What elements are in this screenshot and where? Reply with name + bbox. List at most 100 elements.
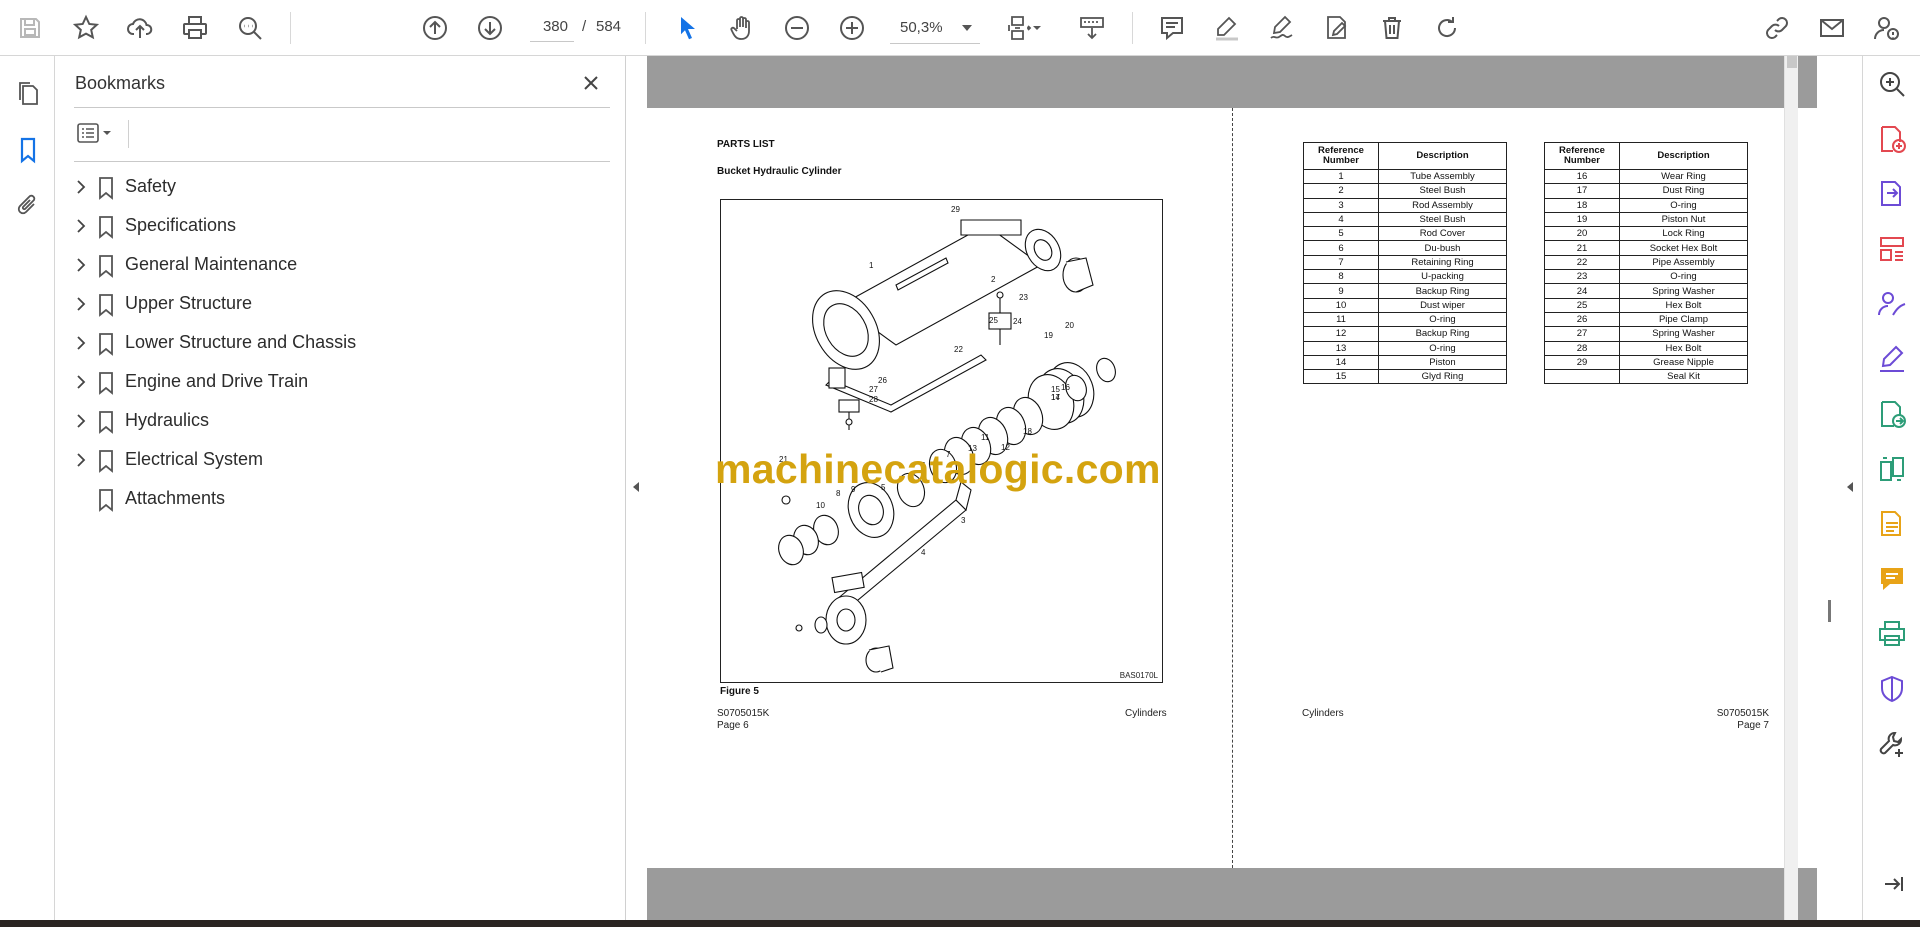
bookmark-label: Attachments xyxy=(125,488,226,508)
parts-table-1: Reference Number Description 1 Tube Assemb… xyxy=(1303,142,1507,385)
figure-code: BAS0170L xyxy=(1119,671,1158,680)
bookmark-label: Electrical System xyxy=(125,449,264,469)
more-tools-wrench-icon[interactable] xyxy=(1872,724,1912,764)
chevron-down-icon[interactable] xyxy=(1027,8,1047,48)
reference-number-cell: 9 xyxy=(1303,283,1379,299)
callout-number: 4 xyxy=(921,548,926,557)
fill-sign-icon[interactable] xyxy=(1872,339,1912,379)
find-text-icon[interactable] xyxy=(230,8,270,48)
share-link-icon[interactable] xyxy=(1757,8,1797,48)
organize-pages-icon[interactable] xyxy=(1872,229,1912,269)
description-cell: Piston Nut xyxy=(1619,211,1748,228)
collapse-right-panel-icon[interactable] xyxy=(1840,475,1860,499)
exploded-diagram-figure: 1 2 3 4 5 6 7 8 9 10 11 12 13 14 15 16 17 18 19 20 21 22 23 24 2… xyxy=(720,199,1163,683)
print-production-icon[interactable] xyxy=(1872,614,1912,654)
bookmark-item[interactable]: General Maintenance xyxy=(70,246,610,285)
left-footer-page: Page 6 xyxy=(717,720,749,731)
save-icon[interactable] xyxy=(10,8,50,48)
bookmark-item[interactable]: Safety xyxy=(70,168,610,207)
description-header: Description xyxy=(1619,142,1748,170)
compare-files-icon[interactable] xyxy=(1872,449,1912,489)
scan-ocr-icon[interactable] xyxy=(1872,504,1912,544)
send-for-review-icon[interactable] xyxy=(1872,394,1912,434)
bookmark-icon xyxy=(99,177,113,200)
edit-pdf-icon[interactable] xyxy=(1317,8,1357,48)
description-cell: Socket Hex Bolt xyxy=(1619,240,1748,256)
protect-shield-icon[interactable] xyxy=(1872,669,1912,709)
description-cell: Dust Ring xyxy=(1619,183,1748,199)
zoom-search-icon[interactable] xyxy=(1872,64,1912,104)
chevron-right-icon[interactable] xyxy=(72,412,90,430)
chevron-right-icon[interactable] xyxy=(72,334,90,352)
reference-number-cell: 12 xyxy=(1303,326,1379,342)
left-navigation-rail xyxy=(0,56,55,920)
bookmark-item[interactable]: Hydraulics xyxy=(70,402,610,441)
page-thumbnails-icon[interactable] xyxy=(8,74,48,114)
callout-number: 29 xyxy=(951,205,960,214)
parts-table-row: 24 Spring Washer xyxy=(1544,283,1748,299)
zoom-out-icon[interactable] xyxy=(777,8,817,48)
delete-trash-icon[interactable] xyxy=(1372,8,1412,48)
description-cell: Tube Assembly xyxy=(1378,168,1507,185)
attachments-paperclip-icon[interactable] xyxy=(8,186,48,226)
page-number-input[interactable] xyxy=(530,12,574,42)
next-page-icon[interactable] xyxy=(470,8,510,48)
description-header: Description xyxy=(1378,142,1507,170)
bookmark-item[interactable]: Specifications xyxy=(70,207,610,246)
create-pdf-icon[interactable] xyxy=(1872,119,1912,159)
bookmark-star-icon[interactable] xyxy=(66,8,106,48)
right-footer-doc-id: S0705015K xyxy=(1716,708,1769,719)
bookmark-icon xyxy=(99,489,113,512)
chevron-right-icon[interactable] xyxy=(72,295,90,313)
zoom-level-dropdown[interactable]: 50,3% xyxy=(890,12,980,44)
export-pdf-icon[interactable] xyxy=(1872,174,1912,214)
parts-list-heading: PARTS LIST xyxy=(717,139,775,150)
parts-table-row: 10 Dust wiper xyxy=(1303,297,1507,313)
close-icon[interactable] xyxy=(576,68,606,98)
comment-tool-icon[interactable] xyxy=(1872,559,1912,599)
bookmark-options-menu[interactable] xyxy=(74,118,124,148)
bookmark-item[interactable]: Electrical System xyxy=(70,441,610,480)
print-icon[interactable] xyxy=(175,8,215,48)
panel-resize-handle[interactable] xyxy=(1828,600,1831,622)
chevron-right-icon[interactable] xyxy=(72,256,90,274)
highlight-pen-icon[interactable] xyxy=(1207,8,1247,48)
bookmark-item[interactable]: Attachments xyxy=(70,480,610,519)
zoom-in-icon[interactable] xyxy=(832,8,872,48)
scroll-mode-icon[interactable] xyxy=(1072,8,1112,48)
description-cell: Hex Bolt xyxy=(1619,340,1748,356)
bookmark-icon xyxy=(99,294,113,317)
previous-page-icon[interactable] xyxy=(415,8,455,48)
chevron-right-icon[interactable] xyxy=(72,217,90,235)
callout-number: 19 xyxy=(1044,331,1053,340)
select-tool-cursor-icon[interactable] xyxy=(667,8,707,48)
description-cell: Lock Ring xyxy=(1619,226,1748,242)
chevron-right-icon[interactable] xyxy=(72,178,90,196)
callout-number: 26 xyxy=(878,376,887,385)
description-cell: Pipe Assembly xyxy=(1619,254,1748,271)
document-view[interactable]: PARTS LIST Bucket Hydraulic Cylinder 1 2… xyxy=(647,56,1862,920)
redo-rotate-icon[interactable] xyxy=(1427,8,1467,48)
upload-cloud-icon[interactable] xyxy=(120,8,160,48)
parts-table-row: 15 Glyd Ring xyxy=(1303,369,1507,385)
document-scrollbar[interactable] xyxy=(1784,56,1798,920)
bookmark-item[interactable]: Engine and Drive Train xyxy=(70,363,610,402)
bookmarks-panel-icon[interactable] xyxy=(8,130,48,170)
hand-tool-icon[interactable] xyxy=(722,8,762,48)
draw-signature-icon[interactable] xyxy=(1262,8,1302,48)
expand-panel-icon[interactable] xyxy=(1872,864,1912,904)
bookmark-item[interactable]: Upper Structure xyxy=(70,285,610,324)
request-signature-icon[interactable] xyxy=(1872,284,1912,324)
chevron-right-icon[interactable] xyxy=(72,451,90,469)
reference-number-cell: 10 xyxy=(1303,297,1379,313)
collapse-left-panel-icon[interactable] xyxy=(626,475,646,499)
parts-table-row: Seal Kit xyxy=(1544,369,1748,385)
reference-number-cell: 5 xyxy=(1303,226,1379,242)
parts-table-row: 13 O-ring xyxy=(1303,340,1507,356)
email-envelope-icon[interactable] xyxy=(1812,8,1852,48)
account-help-icon[interactable] xyxy=(1866,8,1906,48)
bookmark-item[interactable]: Lower Structure and Chassis xyxy=(70,324,610,363)
comment-icon[interactable] xyxy=(1152,8,1192,48)
chevron-right-icon[interactable] xyxy=(72,373,90,391)
callout-number: 25 xyxy=(989,316,998,325)
